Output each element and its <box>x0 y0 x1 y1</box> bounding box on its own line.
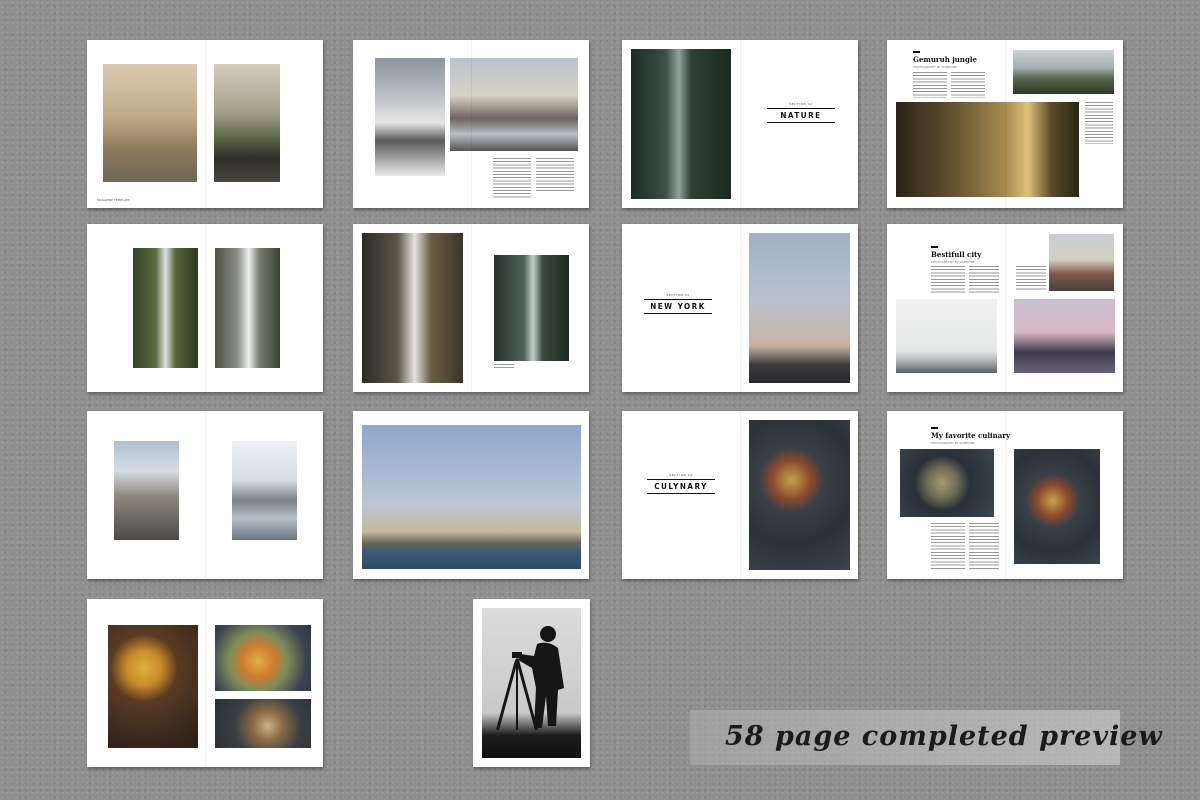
photo-big-ben-river <box>232 441 297 540</box>
spread-london-street <box>353 40 589 208</box>
photo-food-bowl <box>749 420 850 570</box>
photo-forest-falls <box>494 255 569 361</box>
photo-forest-waterfall <box>631 49 731 199</box>
spread-nature-section: SECTION 02 NATURE <box>622 40 858 208</box>
silhouette-graphic <box>496 626 564 730</box>
body-text-column-1 <box>913 72 947 98</box>
body-text-column-1 <box>931 266 965 294</box>
section-title-nature: SECTION 02 NATURE <box>767 102 835 125</box>
photo-nachos-plate <box>215 625 311 691</box>
photo-paris-building <box>103 64 197 182</box>
article-title: My favorite culinary <box>931 431 1011 440</box>
photo-st-pauls-small <box>1049 234 1114 291</box>
photo-manhattan-sunset <box>1014 299 1115 373</box>
side-text-column <box>1085 102 1113 144</box>
page-photographer-silhouette <box>473 599 590 767</box>
spread-gemuruh-jungle: Gemuruh jungle PHOTOGRAPHY BY SOMEONE <box>887 40 1123 208</box>
title-accent-bar <box>931 246 938 248</box>
body-text-column-2 <box>969 523 999 569</box>
folio-left: MAGAZINE TEMPLATE <box>97 198 130 202</box>
photo-salad-board <box>215 699 311 748</box>
photo-waterfall-right <box>215 248 280 368</box>
photo-statue-of-liberty-grey <box>896 299 997 373</box>
spread-paris-streets: MAGAZINE TEMPLATE <box>87 40 323 208</box>
body-text-column-2 <box>951 72 985 98</box>
photo-mountain-landscape <box>1013 50 1114 94</box>
body-text-column-1 <box>931 523 965 569</box>
photo-food-bowl-right <box>1014 449 1100 564</box>
spread-favorite-culinary: My favorite culinary PHOTOGRAPHY BY SOME… <box>887 411 1123 579</box>
spread-london-views <box>87 411 323 579</box>
spread-statue-of-liberty <box>353 411 589 579</box>
photo-sunlit-forest <box>896 102 1079 197</box>
photo-photographer-tripod <box>482 608 581 758</box>
photo-woman-crosswalk <box>375 58 445 176</box>
article-title: Bestifull city <box>931 250 982 259</box>
photo-st-pauls-bridge <box>450 58 578 151</box>
body-text-column-2 <box>536 158 574 192</box>
spread-beautiful-city: Bestifull city PHOTOGRAPHY BY SOMEONE <box>887 224 1123 392</box>
section-title-new-york: SECTION 03 NEW YORK <box>644 293 712 316</box>
body-text-column-1 <box>493 158 531 198</box>
article-title: Gemuruh jungle <box>913 55 977 64</box>
preview-caption: 58 page completed preview <box>725 721 1163 752</box>
photo-paris-stairs-bicycle <box>214 64 280 182</box>
photo-empire-state-building <box>749 233 850 383</box>
photo-waterfall-left <box>133 248 198 368</box>
photo-cliff-waterfall <box>362 233 463 383</box>
photo-clams-dish <box>900 449 994 517</box>
title-accent-bar <box>913 51 920 53</box>
body-text-column-3 <box>1016 266 1046 290</box>
spread-big-waterfall <box>353 224 589 392</box>
photo-caption <box>494 364 514 368</box>
photo-statue-of-liberty-skyline <box>362 425 581 569</box>
article-subtitle: PHOTOGRAPHY BY SOMEONE <box>913 65 957 69</box>
spread-new-york-section: SECTION 03 NEW YORK <box>622 224 858 392</box>
section-title-culynary: SECTION 04 CULYNARY <box>647 473 715 496</box>
spread-culynary-section: SECTION 04 CULYNARY <box>622 411 858 579</box>
photo-curry-bowls <box>108 625 198 748</box>
spread-soup-and-nachos <box>87 599 323 767</box>
spread-waterfalls <box>87 224 323 392</box>
body-text-column-2 <box>969 266 999 294</box>
photo-bridge-aerial <box>114 441 179 540</box>
article-subtitle: PHOTOGRAPHY BY SOMEONE <box>931 441 975 445</box>
article-subtitle: PHOTOGRAPHY BY SOMEONE <box>931 260 975 264</box>
title-accent-bar <box>931 427 938 429</box>
